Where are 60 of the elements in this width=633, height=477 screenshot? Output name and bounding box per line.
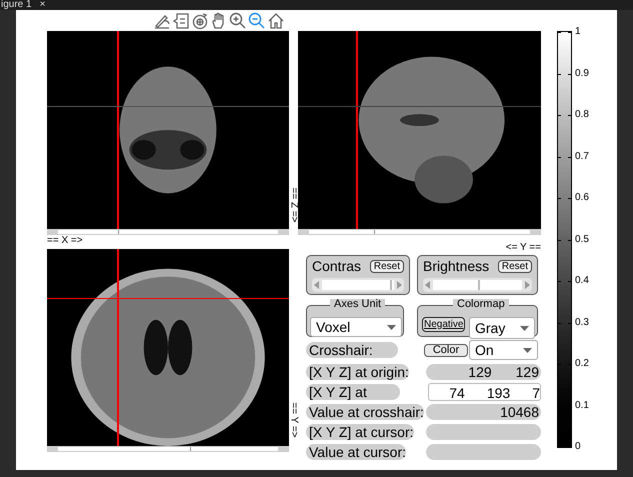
right-arrow-icon[interactable] <box>396 281 402 289</box>
coordinate-value: 74 <box>449 384 465 400</box>
left-arrow-icon[interactable] <box>425 281 431 289</box>
colorbar-tick-label: 0 <box>575 442 581 452</box>
colorbar-tick-label: 0.2 <box>575 359 589 369</box>
rotate-icon[interactable] <box>191 12 209 30</box>
home-icon[interactable] <box>267 12 285 30</box>
dropdown-value: Voxel <box>316 318 350 336</box>
field-label: [X Y Z] at <box>306 384 400 400</box>
coordinate-value: 7 <box>532 384 540 400</box>
reset-button[interactable]: Reset <box>370 260 404 272</box>
colorbar-tick-label: 0.1 <box>575 400 589 410</box>
coordinate-input[interactable]: 74 193 7 <box>428 383 541 401</box>
slider[interactable] <box>312 278 404 292</box>
colorbar-tick-label: 0.6 <box>575 193 589 203</box>
group-title: Axes Unit <box>330 299 386 310</box>
color-button[interactable]: Color <box>424 344 468 356</box>
reset-button[interactable]: Reset <box>498 260 532 272</box>
colorbar-tick-label: 0.7 <box>575 152 589 162</box>
zoom-out-icon[interactable] <box>248 12 266 30</box>
caret-icon <box>387 324 396 330</box>
caret-icon <box>523 348 532 352</box>
slider[interactable] <box>423 278 532 292</box>
group-title: Colormap <box>453 299 509 310</box>
value-text: 129 <box>468 364 492 380</box>
slice-scrollbar[interactable] <box>47 229 289 235</box>
colorbar-tick-label: 0.4 <box>575 276 589 286</box>
coordinate-value: 193 <box>486 384 510 400</box>
dropdown-value: On <box>475 340 494 360</box>
dropdown[interactable]: Voxel <box>310 317 402 337</box>
dropdown[interactable]: On <box>469 340 538 360</box>
axis-label: <= Y == <box>506 243 541 253</box>
colorbar-tick-label: 0.8 <box>575 110 589 120</box>
value-text: 10468 <box>500 404 539 420</box>
colorbar-tick-label: 1 <box>575 27 581 37</box>
axis-label: == Y => <box>288 402 298 438</box>
field-label: [X Y Z] at origin: <box>306 364 409 380</box>
legend-icon[interactable] <box>172 12 190 30</box>
field-label: Crosshair: <box>306 342 398 358</box>
slice-scrollbar[interactable] <box>47 446 289 452</box>
zoom-in-icon[interactable] <box>229 12 247 30</box>
caret-icon <box>520 326 529 330</box>
colorbar-tick-label: 0.5 <box>575 234 589 244</box>
right-arrow-icon[interactable] <box>524 281 530 289</box>
left-arrow-icon[interactable] <box>314 281 320 289</box>
close-tab-button[interactable]: × <box>40 0 46 10</box>
axis-label: == X => <box>47 236 84 246</box>
field-label: [X Y Z] at cursor: <box>306 424 414 440</box>
field-label: Value at crosshair: <box>306 404 424 420</box>
dropdown-value: Gray <box>475 318 506 338</box>
dropdown[interactable]: Gray <box>469 317 535 339</box>
slice-scrollbar[interactable] <box>298 229 541 235</box>
panel-title: Contras <box>312 258 362 274</box>
value-text: 129 <box>516 364 539 380</box>
panel-title: Brightness <box>423 258 490 274</box>
negative-button[interactable]: Negative <box>422 317 466 332</box>
window-title: igure 1 <box>0 0 32 10</box>
colorbar-tick-label: 0.9 <box>575 68 589 78</box>
field-label: Value at cursor: <box>306 444 406 460</box>
colorbar-tick-label: 0.3 <box>575 318 589 328</box>
